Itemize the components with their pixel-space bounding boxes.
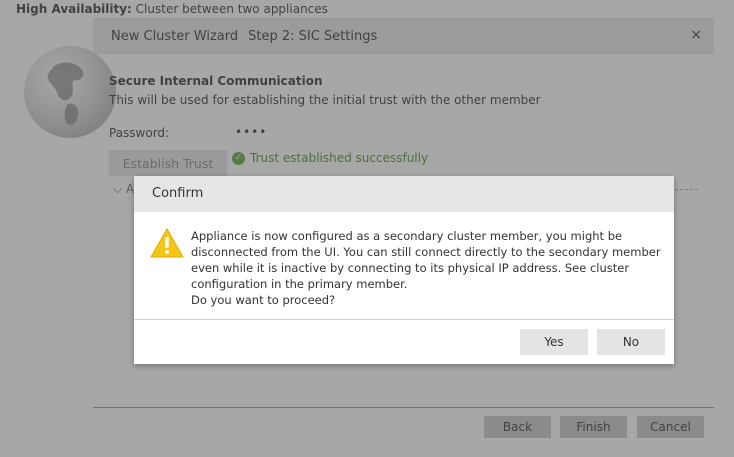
no-button[interactable]: No <box>597 329 665 355</box>
yes-button[interactable]: Yes <box>520 329 588 355</box>
confirm-divider <box>134 319 674 320</box>
confirm-titlebar: Confirm <box>134 176 674 212</box>
confirm-message-line: configuration in the primary member. <box>191 277 408 291</box>
confirm-message-line: even while it is inactive by connecting … <box>191 261 630 275</box>
confirm-dialog: Confirm Appliance is now configured as a… <box>134 176 674 364</box>
confirm-message-line: Appliance is now configured as a seconda… <box>191 229 623 243</box>
confirm-title: Confirm <box>152 186 204 201</box>
confirm-message-line: Do you want to proceed? <box>191 293 336 307</box>
confirm-message: Appliance is now configured as a seconda… <box>191 228 661 308</box>
confirm-message-line: disconnected from the UI. You can still … <box>191 245 661 259</box>
warning-icon <box>150 228 184 258</box>
